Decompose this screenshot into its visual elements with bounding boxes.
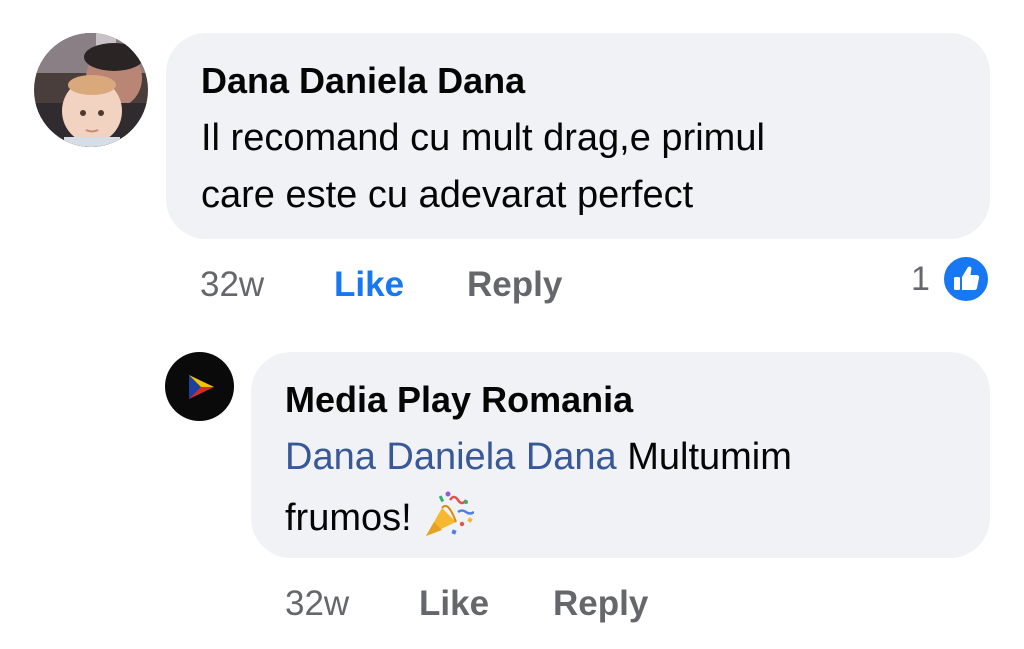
mention-link[interactable]: Dana Daniela Dana — [285, 436, 617, 478]
party-popper-icon — [422, 490, 476, 550]
comment-timestamp[interactable]: 32w — [200, 265, 264, 305]
comment-like-button[interactable]: Like — [334, 265, 404, 305]
reaction-count[interactable]: 1 — [911, 259, 930, 299]
reply-text-end: frumos! — [285, 497, 412, 540]
avatar-photo — [34, 33, 148, 147]
comment-text-line-2: care este cu adevarat perfect — [201, 174, 694, 216]
thumbs-up-icon[interactable] — [942, 255, 990, 303]
comment-author[interactable]: Dana Daniela Dana — [201, 61, 525, 101]
reply-text-line-2: frumos! — [285, 490, 476, 550]
page-avatar[interactable] — [165, 352, 234, 421]
reply-text-line-1: Dana Daniela Dana Multumim — [285, 435, 792, 479]
reply-like-button[interactable]: Like — [419, 584, 489, 624]
reply-author[interactable]: Media Play Romania — [285, 380, 633, 420]
reply-reply-button[interactable]: Reply — [553, 584, 648, 624]
play-logo-icon — [165, 352, 234, 421]
reply-timestamp[interactable]: 32w — [285, 584, 349, 624]
reply-text-after-mention: Multumim — [627, 436, 792, 478]
comment-text-line-1: Il recomand cu mult drag,e primul — [201, 117, 765, 159]
commenter-avatar[interactable] — [34, 33, 148, 147]
comment-reply-button[interactable]: Reply — [467, 265, 562, 305]
